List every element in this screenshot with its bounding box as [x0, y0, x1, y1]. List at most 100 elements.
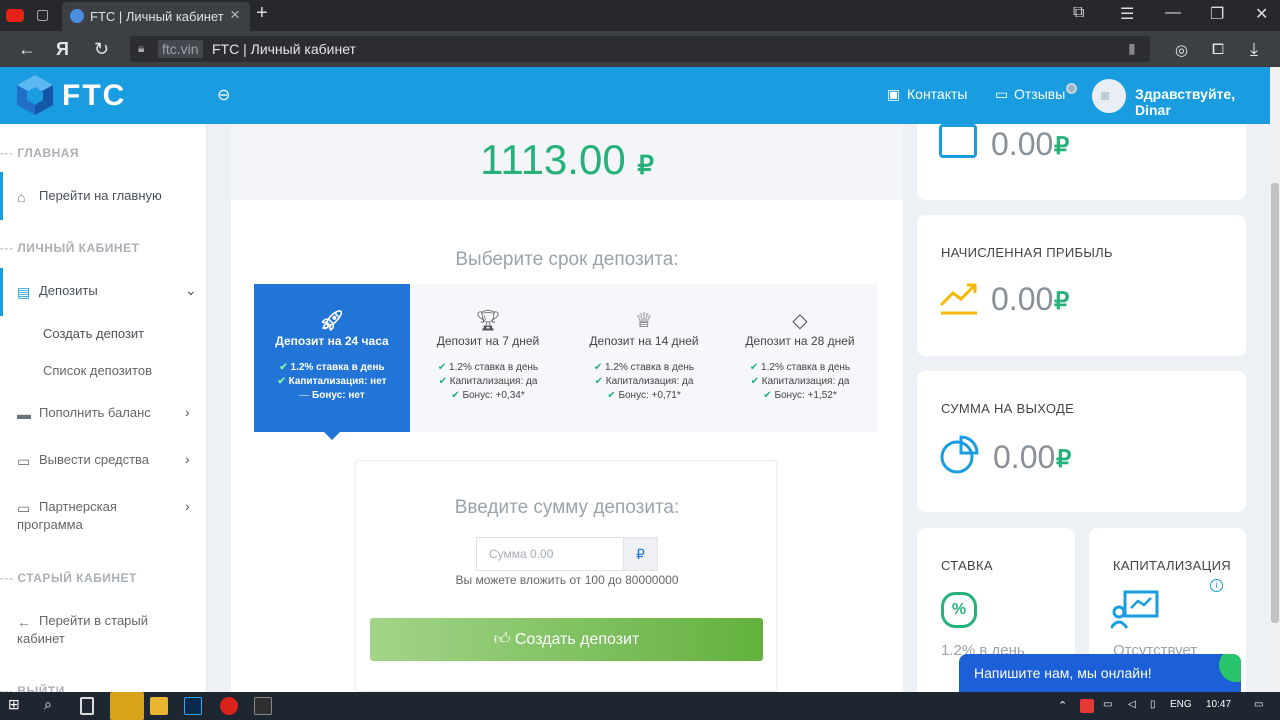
online-chat-widget[interactable]: Напишите нам, мы онлайн!: [959, 654, 1241, 692]
plan-cap: ✔ Капитализация: да: [594, 376, 694, 387]
bookmark-icon[interactable]: ▮: [1128, 40, 1136, 57]
selected-plan-pointer: [324, 432, 340, 440]
url-field[interactable]: 🔒︎ ftc.vin FTC | Личный кабинет ▮: [130, 36, 1150, 62]
clock[interactable]: 10:47: [1206, 699, 1231, 710]
plan-title: Депозит на 14 дней: [589, 334, 699, 348]
sidebar-item-label-line2: кабинет: [17, 631, 65, 646]
plan-14d[interactable]: ♕ Депозит на 14 дней ✔ 1.2% ставка в ден…: [566, 284, 722, 432]
logo-text[interactable]: FTC: [62, 79, 126, 113]
plan-28d[interactable]: ◇ Депозит на 28 дней ✔ 1.2% ставка в ден…: [722, 284, 878, 432]
chevron-down-icon: ⌄: [185, 282, 197, 298]
briefcase-icon: [939, 124, 977, 158]
new-tab-icon[interactable]: +: [256, 2, 268, 25]
notification-dot: [1066, 83, 1077, 94]
plan-7d[interactable]: 🏆︎ Депозит на 7 дней ✔ 1.2% ставка в ден…: [410, 284, 566, 432]
sidebar-item-partner[interactable]: ▭ Партнерская программа ›: [0, 498, 207, 536]
ftc-logo-icon[interactable]: [14, 73, 56, 117]
tab-title: FTC | Личный кабинет: [90, 9, 224, 24]
sidebar-item-old-cabinet[interactable]: ← Перейти в старый кабинет: [0, 612, 207, 650]
calculator-icon[interactable]: [80, 697, 94, 715]
close-window-icon[interactable]: ✕: [1255, 4, 1268, 24]
tray-chevron-icon[interactable]: ⌃: [1058, 699, 1067, 712]
contacts-link[interactable]: Контакты: [907, 86, 967, 102]
reviews-link[interactable]: Отзывы: [1014, 86, 1065, 102]
scrollbar-thumb[interactable]: [1271, 183, 1279, 623]
section-exit-label: ВЫЙТИ: [17, 684, 65, 692]
opera-icon[interactable]: [220, 697, 238, 715]
browser-tab-bar: ▢ FTC | Личный кабинет × + ⧉ ☰ — ❐ ✕: [0, 0, 1280, 31]
maximize-icon[interactable]: ❐: [1210, 4, 1224, 24]
deposit-amount-input[interactable]: [476, 537, 624, 571]
percent-badge-icon: %: [941, 592, 977, 628]
wallet-icon: ▬: [17, 406, 31, 422]
close-tab-icon[interactable]: ×: [230, 5, 240, 25]
reload-icon[interactable]: ↻: [94, 39, 109, 60]
sidebar-item-label: Перейти в старый: [39, 613, 149, 628]
yandex-icon[interactable]: Я: [56, 39, 69, 60]
plan-rate-text: 1.2% ставка в день: [761, 362, 851, 373]
profit-title: НАЧИСЛЕННАЯ ПРИБЫЛЬ: [941, 245, 1113, 260]
sidebar: --- ГЛАВНАЯ ⌂ Перейти на главную --- ЛИЧ…: [0, 124, 207, 692]
plan-rate: ✔ 1.2% ставка в день: [437, 362, 539, 373]
download-icon[interactable]: ⤓: [1250, 39, 1258, 60]
menu-icon[interactable]: ☰: [1120, 4, 1134, 24]
balance-value: 1113.00: [480, 136, 626, 183]
create-deposit-button[interactable]: 👍︎ Создать депозит: [370, 618, 763, 661]
translate-icon[interactable]: ⧠: [1212, 41, 1224, 58]
network-tray-icon[interactable]: ▭: [1103, 699, 1112, 710]
output-card: СУММА НА ВЫХОДЕ 0.00 ₽: [917, 371, 1246, 512]
youtube-tab-icon[interactable]: [6, 9, 24, 22]
chevron-right-icon: ›: [185, 404, 190, 420]
minimize-icon[interactable]: —: [1165, 4, 1181, 22]
trophy-icon: 🏆︎: [475, 310, 501, 332]
output-value: 0.00: [993, 439, 1056, 475]
thumbs-up-icon: 👍︎: [493, 631, 515, 648]
search-icon[interactable]: ⌕: [44, 696, 62, 714]
app-icon[interactable]: [254, 697, 272, 715]
battery-tray-icon[interactable]: ▯: [1150, 699, 1156, 710]
sidebar-item-label: Депозиты: [39, 283, 98, 298]
create-deposit-label: Создать депозит: [514, 631, 640, 648]
info-icon[interactable]: i: [1210, 579, 1223, 592]
avatar[interactable]: ◙: [1092, 79, 1126, 113]
photoshop-icon[interactable]: [184, 697, 202, 715]
sidebar-item-label: Вывести средства: [39, 452, 150, 467]
plan-bonus: ✔ Бонус: +1,52*: [763, 390, 837, 401]
lightbulb-icon[interactable]: ◎: [1175, 41, 1188, 59]
deposit-form: Введите сумму депозита: ₽ Вы можете влож…: [355, 460, 777, 692]
plan-rate-text: 1.2% ставка в день: [605, 362, 695, 373]
plan-bonus-text: Бонус: +1,52*: [774, 390, 837, 401]
windows-taskbar: ⊞ ⌕ ⌃ ▭ ◁ ▯ ENG 10:47 ▭: [0, 692, 1280, 720]
plan-title: Депозит на 7 дней: [436, 334, 540, 348]
choose-term-title: Выберите срок депозита:: [455, 249, 679, 270]
site-favicon-icon: [70, 9, 84, 23]
user-greeting[interactable]: Здравствуйте, Dinar: [1135, 86, 1270, 118]
bookmarks-icon[interactable]: ⧉: [1073, 4, 1084, 22]
camera-icon: ◙: [1101, 87, 1110, 103]
rocket-icon: 🚀︎: [319, 310, 345, 332]
document-tab-icon[interactable]: ▢: [36, 6, 56, 26]
crown-icon: ♕: [635, 310, 653, 332]
sidebar-item-label: Перейти на главную: [39, 188, 162, 203]
partner-icon: ▭: [17, 500, 31, 516]
yandex-browser-taskbar-icon[interactable]: [110, 692, 144, 720]
money-icon: ▭: [17, 453, 31, 469]
invested-value: 0.00: [991, 126, 1054, 162]
collapse-sidebar-icon[interactable]: ⊖: [217, 85, 230, 105]
chevron-right-icon: ›: [185, 498, 190, 514]
plan-bonus: ✔ Бонус: +0,71*: [607, 390, 681, 401]
keyboard-language[interactable]: ENG: [1170, 699, 1192, 710]
currency-sign: ₽: [1054, 288, 1070, 315]
windows-start-icon[interactable]: ⊞: [8, 696, 26, 714]
plan-24h[interactable]: 🚀︎ Депозит на 24 часа ✔ 1.2% ставка в де…: [254, 284, 410, 432]
active-tab[interactable]: FTC | Личный кабинет ×: [62, 2, 250, 31]
section-exit[interactable]: --- ВЫЙТИ: [0, 684, 65, 692]
plan-bonus-text: Бонус: +0,34*: [462, 390, 525, 401]
yandex-tray-icon[interactable]: [1080, 699, 1094, 713]
volume-tray-icon[interactable]: ◁: [1128, 699, 1136, 710]
active-indicator: [0, 172, 3, 220]
notifications-icon[interactable]: ▭: [1254, 699, 1263, 710]
back-icon[interactable]: ←: [18, 39, 36, 60]
plan-rate: ✔ 1.2% ставка в день: [593, 362, 695, 373]
folder-icon[interactable]: [150, 697, 168, 715]
